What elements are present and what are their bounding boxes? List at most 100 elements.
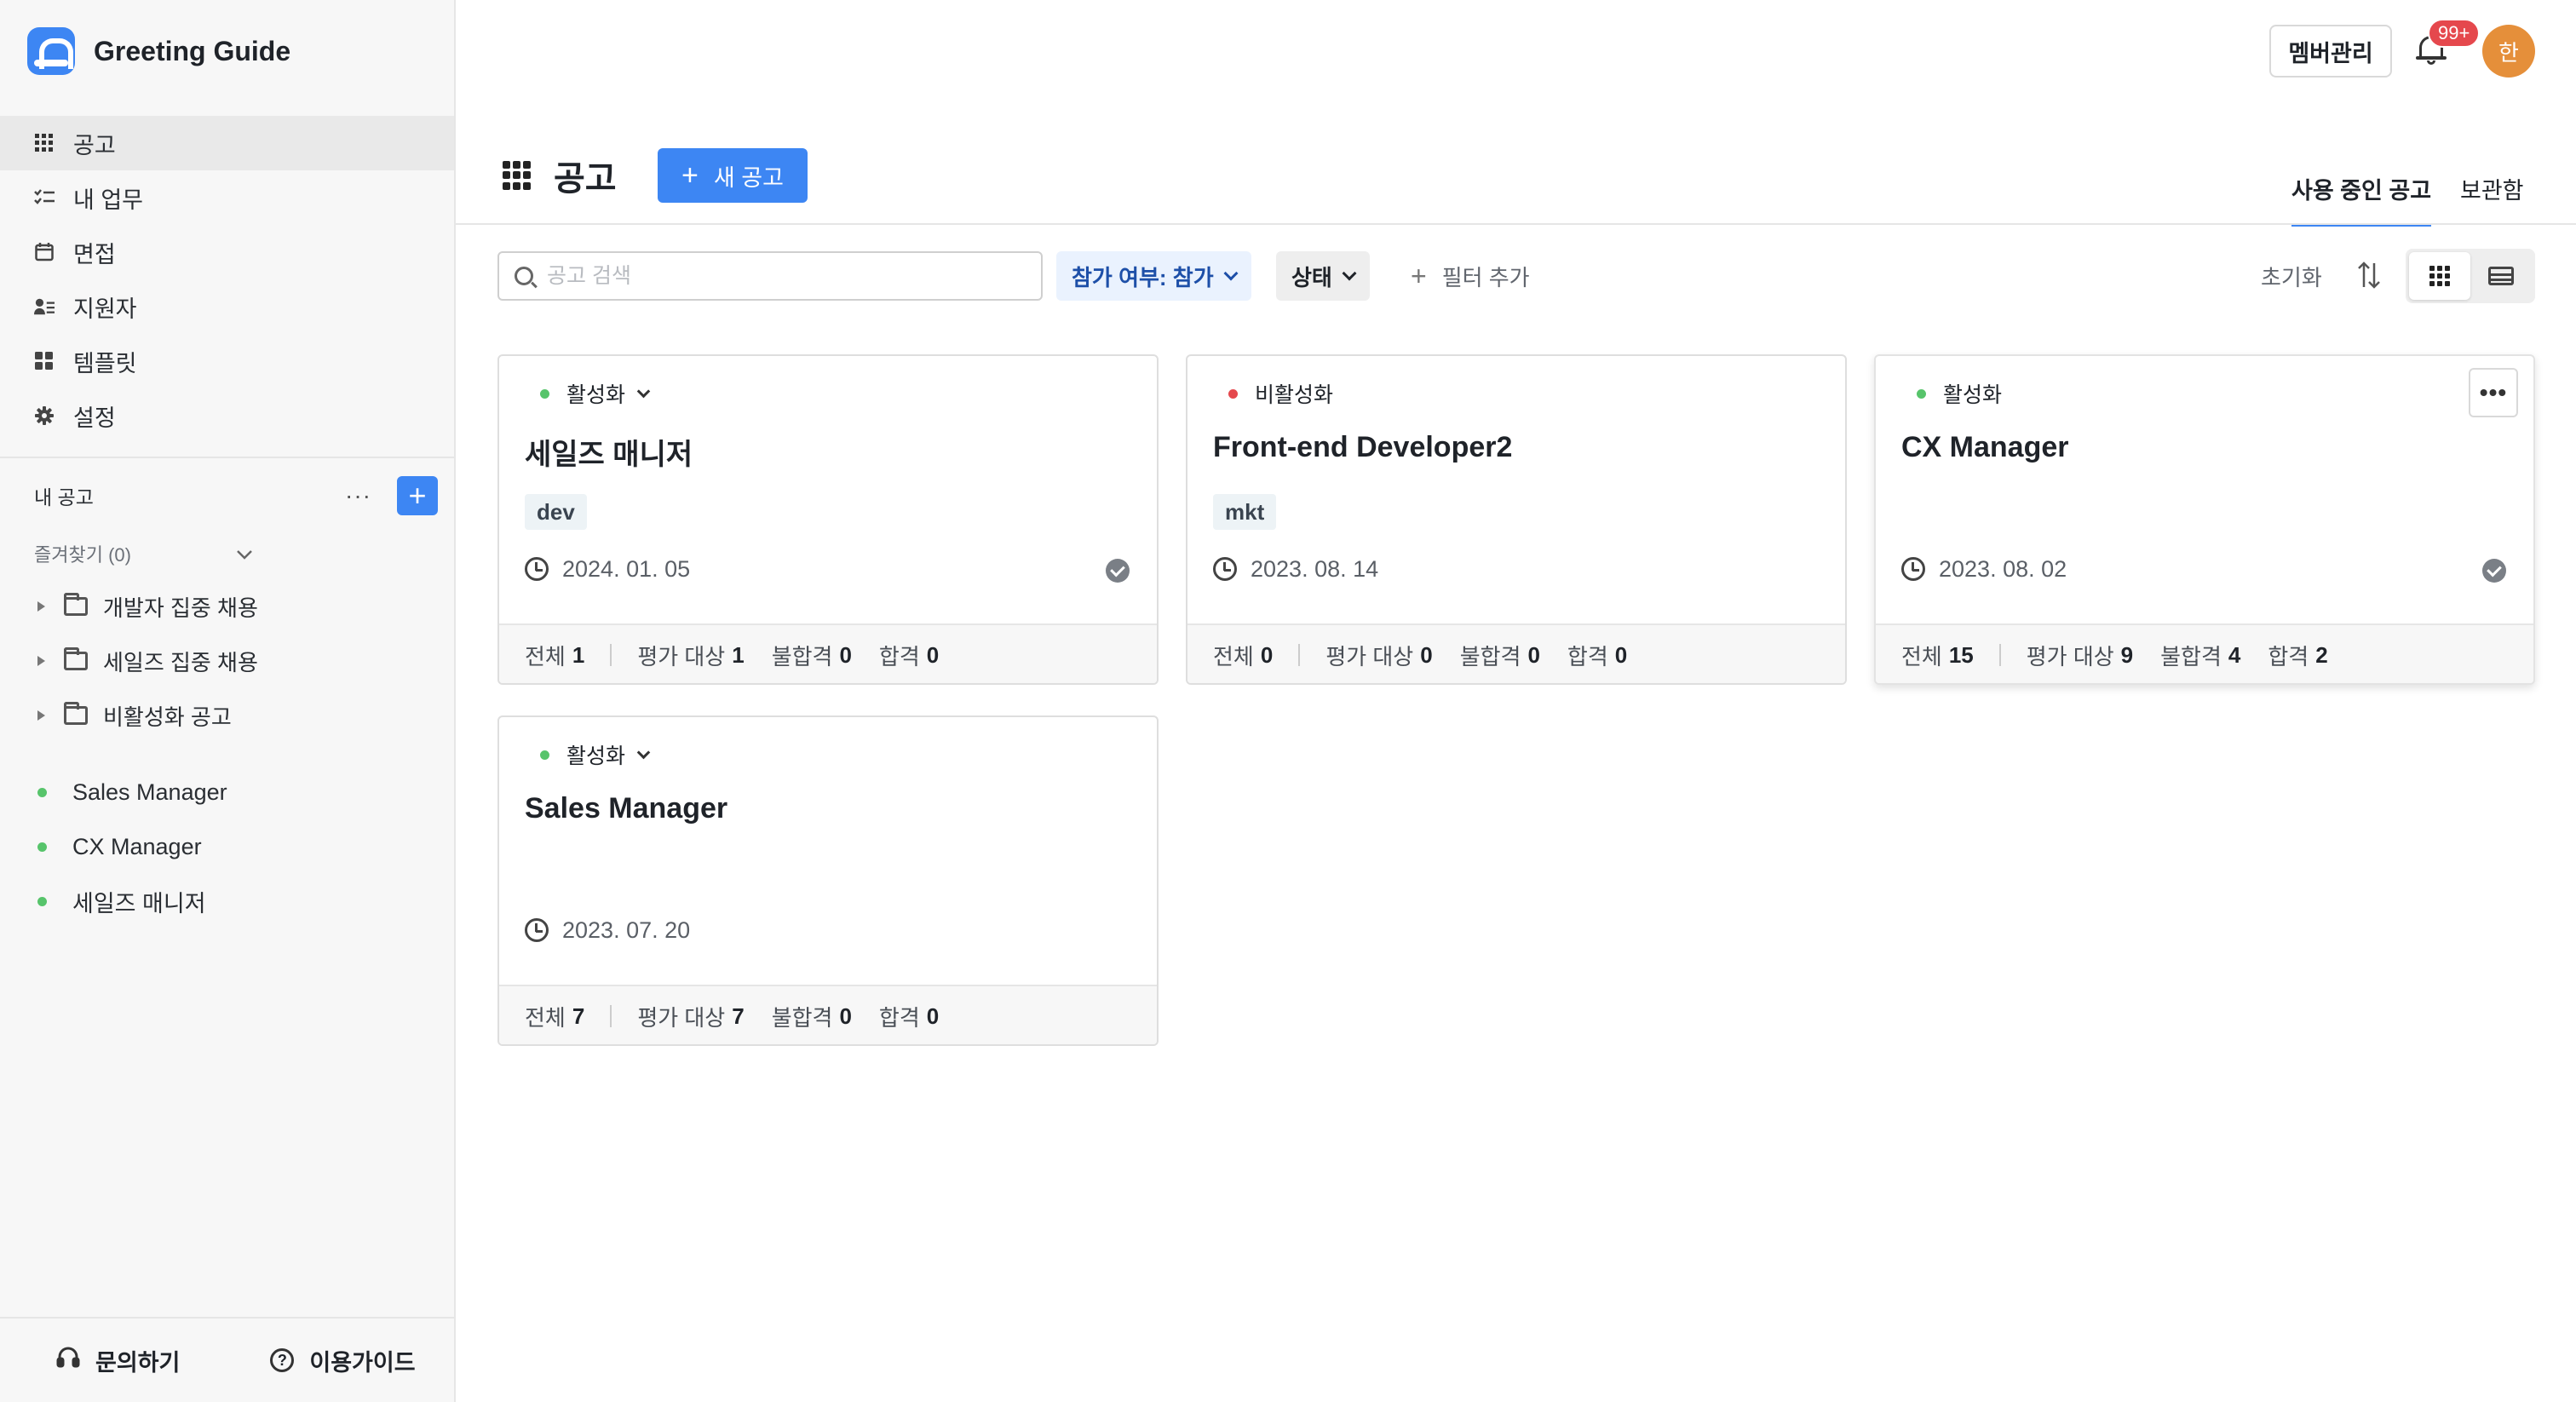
contact-button[interactable]: 문의하기 — [56, 1344, 180, 1377]
my-jobs-label: 내 공고 — [34, 486, 94, 509]
stat-divider — [1998, 644, 2001, 666]
folder-label: 비활성화 공고 — [103, 704, 232, 730]
sidebar-item-templates[interactable]: 템플릿 — [0, 334, 454, 388]
sidebar-item-label: 설정 — [73, 405, 116, 431]
app-name: Greeting Guide — [94, 35, 291, 66]
job-title: 세일즈 매니저 — [525, 439, 693, 471]
sidebar-job-link[interactable]: Sales Manager — [34, 765, 227, 819]
header-divider — [456, 223, 2576, 225]
card-stats: 전체 0 평가 대상 0 불합격 0 합격 0 — [1187, 623, 1845, 683]
grid-view-button[interactable] — [2409, 252, 2470, 300]
grid-icon — [503, 161, 532, 190]
job-date: 2023. 07. 20 — [525, 913, 690, 947]
job-card[interactable]: 활성화 ••• CX Manager 2023. 08. 02 전체 15 평가 … — [1874, 354, 2535, 685]
my-jobs-header: 내 공고 ··· + — [34, 476, 438, 515]
stat-eval-label: 평가 대상 — [2026, 643, 2114, 669]
job-card[interactable]: 활성화 세일즈 매니저 dev 2024. 01. 05 전체 1 평가 대상 1 … — [497, 354, 1159, 685]
more-options-button[interactable]: ••• — [2469, 368, 2518, 417]
sidebar-job-link[interactable]: CX Manager — [34, 819, 202, 874]
page-title-text: 공고 — [554, 160, 617, 198]
participation-filter-chip[interactable]: 참가 여부: 참가 — [1056, 251, 1251, 301]
check-circle-icon — [1106, 559, 1130, 583]
status-dropdown[interactable]: 활성화 — [540, 738, 651, 772]
sidebar-item-label: 지원자 — [73, 296, 137, 322]
member-management-button[interactable]: 멤버관리 — [2269, 25, 2392, 78]
job-date: 2023. 08. 02 — [1901, 552, 2067, 586]
clock-icon — [525, 918, 549, 942]
reset-filters-button[interactable]: 초기화 — [2261, 251, 2322, 301]
folder-item[interactable]: 개발자 집중 채용 — [34, 579, 258, 634]
stat-pass: 0 — [926, 641, 940, 668]
add-filter-label: 필터 추가 — [1441, 264, 1530, 290]
list-view-button[interactable] — [2470, 252, 2532, 300]
stat-fail: 0 — [839, 641, 852, 668]
stat-pass-label: 합격 — [1567, 643, 1608, 669]
chip-label: 상태 — [1291, 264, 1332, 290]
contact-label: 문의하기 — [95, 1349, 181, 1376]
caret-right-icon — [37, 710, 45, 721]
folder-icon — [64, 647, 88, 670]
avatar[interactable]: 한 — [2482, 25, 2535, 78]
clock-icon — [525, 557, 549, 581]
new-job-label: 새 공고 — [713, 164, 784, 191]
active-status-dot — [37, 787, 47, 797]
sidebar-divider — [0, 457, 454, 458]
tab-active-jobs[interactable]: 사용 중인 공고 — [2291, 162, 2432, 227]
stat-eval-label: 평가 대상 — [637, 1004, 726, 1031]
new-job-button[interactable]: + 새 공고 — [658, 148, 808, 203]
sidebar-item-jobs[interactable]: 공고 — [0, 116, 454, 170]
status-dot — [1917, 388, 1926, 399]
card-stats: 전체 15 평가 대상 9 불합격 4 합격 2 — [1876, 623, 2533, 683]
sidebar-item-settings[interactable]: 설정 — [0, 388, 454, 443]
plus-icon: + — [1411, 260, 1427, 291]
sort-icon[interactable] — [2356, 261, 2382, 290]
add-my-job-button[interactable]: + — [397, 476, 438, 515]
job-search — [497, 251, 1043, 301]
sidebar-job-link[interactable]: 세일즈 매니저 — [34, 874, 206, 928]
stat-pass: 0 — [926, 1003, 940, 1029]
folder-item[interactable]: 비활성화 공고 — [34, 688, 232, 743]
active-status-dot — [37, 896, 47, 906]
job-date: 2023. 08. 14 — [1213, 552, 1378, 586]
stat-total: 7 — [572, 1003, 585, 1029]
sidebar-item-label: 공고 — [73, 132, 116, 158]
notification-badge: 99+ — [2428, 19, 2481, 48]
chevron-down-icon — [236, 543, 438, 565]
status-filter-chip[interactable]: 상태 — [1276, 251, 1370, 301]
calendar-icon — [34, 242, 55, 262]
date-text: 2023. 08. 14 — [1251, 555, 1379, 582]
status-label: 비활성화 — [1255, 383, 1334, 407]
chevron-down-icon — [1223, 266, 1239, 281]
stat-pass-label: 합격 — [2268, 643, 2309, 669]
grid-icon — [2429, 266, 2450, 286]
caret-right-icon — [37, 656, 45, 666]
sidebar-item-label: 템플릿 — [73, 350, 137, 376]
stat-divider — [610, 644, 612, 666]
guide-button[interactable]: ? 이용가이드 — [270, 1344, 416, 1377]
favorites-label: 즐겨찾기 (0) — [34, 544, 131, 566]
more-options-icon[interactable]: ··· — [345, 482, 371, 509]
status-dropdown[interactable]: 활성화 — [540, 376, 651, 411]
search-input[interactable] — [547, 263, 1024, 289]
stat-total-label: 전체 — [525, 1004, 566, 1031]
job-link-label: Sales Manager — [72, 779, 227, 805]
caret-right-icon — [37, 601, 45, 612]
folder-icon — [64, 702, 88, 725]
stat-pass: 2 — [2315, 641, 2328, 668]
sidebar-item-my-tasks[interactable]: 내 업무 — [0, 170, 454, 225]
brand[interactable]: Greeting Guide — [27, 26, 290, 77]
sidebar-item-applicants[interactable]: 지원자 — [0, 279, 454, 334]
folder-item[interactable]: 세일즈 집중 채용 — [34, 634, 258, 688]
stat-divider — [610, 1005, 612, 1027]
tab-archive[interactable]: 보관함 — [2460, 162, 2524, 227]
add-filter-button[interactable]: + 필터 추가 — [1411, 251, 1530, 301]
job-card[interactable]: 비활성화 Front-end Developer2 mkt 2023. 08. … — [1186, 354, 1847, 685]
favorites-toggle[interactable]: 즐겨찾기 (0) — [34, 535, 438, 572]
sidebar-item-interviews[interactable]: 면접 — [0, 225, 454, 279]
stat-total-label: 전체 — [525, 643, 566, 669]
stat-pass-label: 합격 — [878, 1004, 920, 1031]
status-indicator: 활성화 — [1917, 376, 2002, 411]
stat-eval: 9 — [2120, 641, 2134, 668]
stat-pass: 0 — [1614, 641, 1628, 668]
job-card[interactable]: 활성화 Sales Manager 2023. 07. 20 전체 7 평가 대상… — [497, 715, 1159, 1046]
